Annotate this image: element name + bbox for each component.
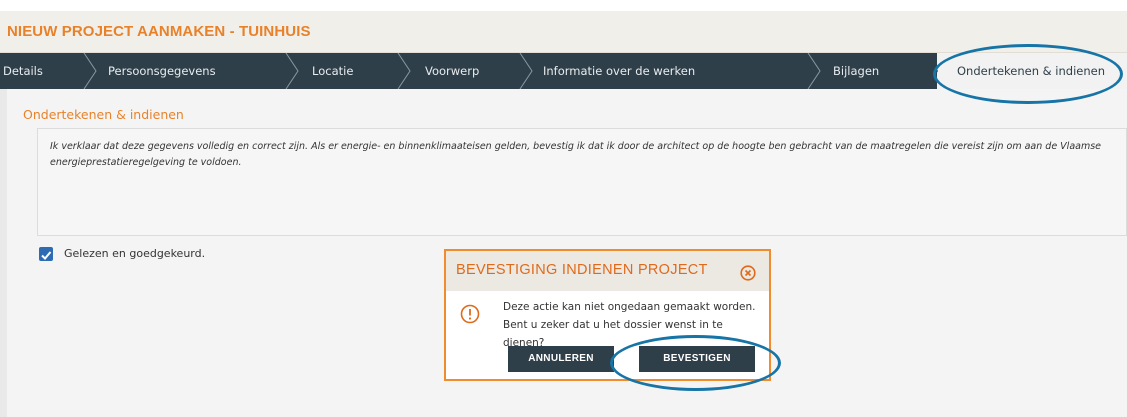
declaration-text: Ik verklaar dat deze gegevens volledig e… <box>37 128 1127 236</box>
close-icon[interactable] <box>740 265 756 281</box>
step-separator-icon <box>83 53 97 89</box>
page-title: NIEUW PROJECT AANMAKEN - TUINHUIS <box>0 11 1127 53</box>
step-separator-icon <box>519 53 533 89</box>
approval-checkbox[interactable] <box>39 247 53 261</box>
approval-checkbox-label: Gelezen en goedgekeurd. <box>64 247 206 260</box>
checkmark-icon <box>41 251 52 260</box>
dialog-message-line-1: Deze actie kan niet ongedaan gemaakt wor… <box>503 301 756 313</box>
step-separator-icon <box>807 53 821 89</box>
step-ondertekenen-indienen[interactable]: Ondertekenen & indienen <box>957 53 1105 89</box>
step-persoonsgegevens[interactable]: Persoonsgegevens <box>108 53 216 89</box>
step-separator-icon <box>397 53 411 89</box>
step-bijlagen[interactable]: Bijlagen <box>833 53 879 89</box>
dialog-header: BEVESTIGING INDIENEN PROJECT <box>446 251 769 291</box>
step-voorwerp[interactable]: Voorwerp <box>425 53 479 89</box>
step-locatie[interactable]: Locatie <box>312 53 353 89</box>
dialog-title: BEVESTIGING INDIENEN PROJECT <box>456 262 708 278</box>
confirm-button[interactable]: BEVESTIGEN <box>639 346 755 372</box>
step-details[interactable]: Details <box>3 53 43 89</box>
step-informatie-over-de-werken[interactable]: Informatie over de werken <box>543 53 695 89</box>
cancel-button[interactable]: ANNULEREN <box>508 346 614 372</box>
dialog-message: Deze actie kan niet ongedaan gemaakt wor… <box>503 298 765 352</box>
step-separator-icon <box>285 53 299 89</box>
step-active-arrow-icon <box>926 53 938 89</box>
confirm-submit-dialog: BEVESTIGING INDIENEN PROJECT Deze actie … <box>444 249 771 381</box>
section-title: Ondertekenen & indienen <box>23 107 184 122</box>
warning-icon <box>460 304 480 324</box>
wizard-stepper: Details Persoonsgegevens Locatie Voorwer… <box>0 53 1127 89</box>
